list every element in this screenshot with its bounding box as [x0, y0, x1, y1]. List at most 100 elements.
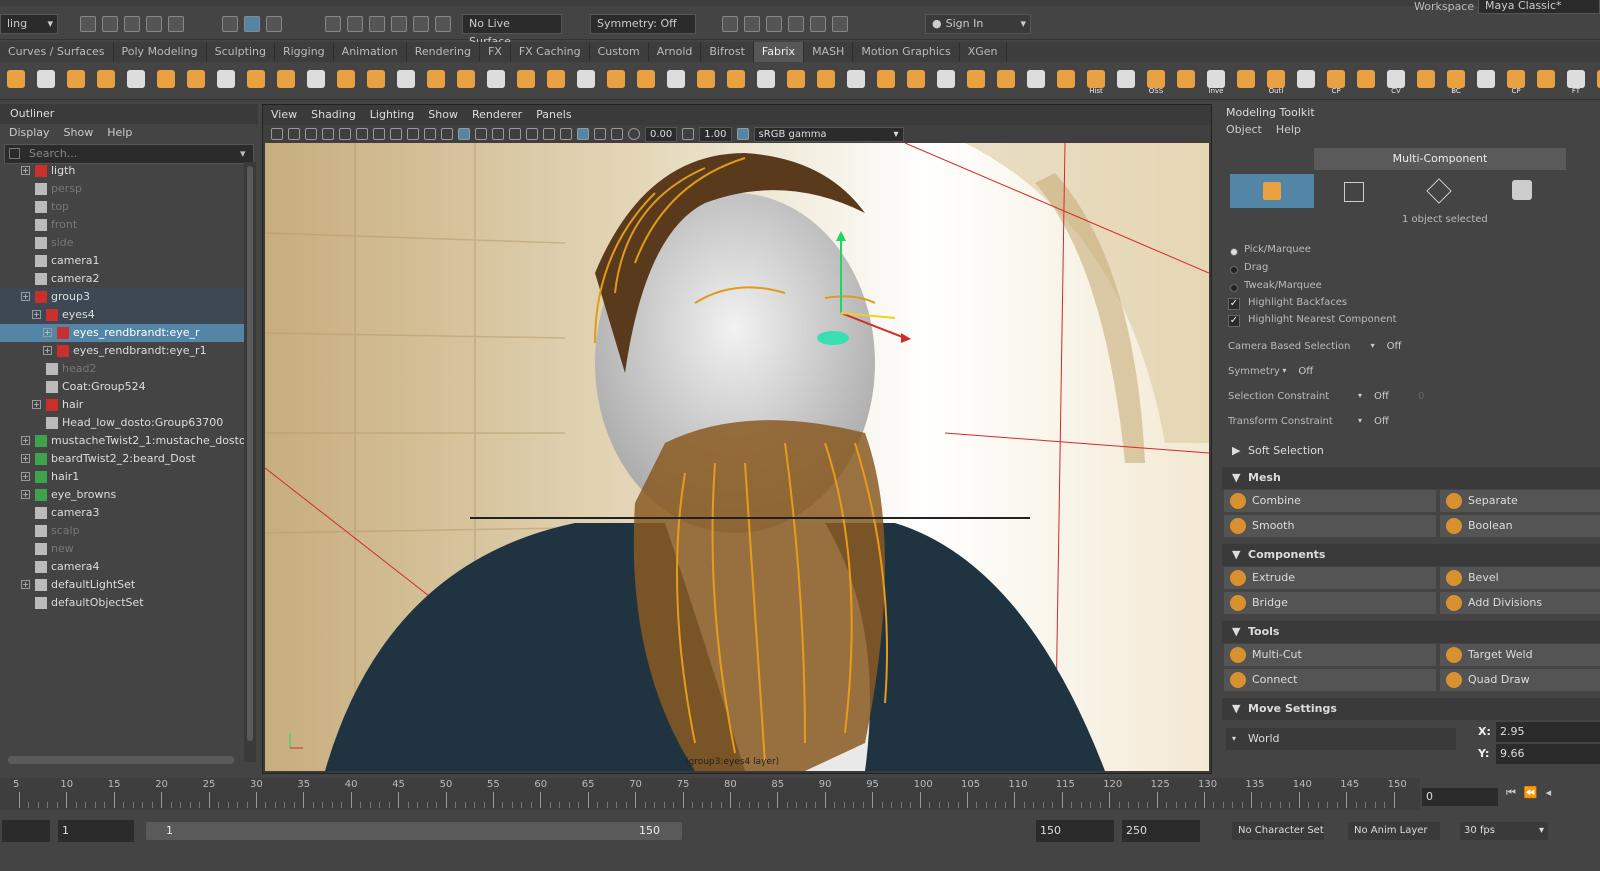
shadows-icon[interactable] [526, 128, 538, 140]
expand-toggle-icon[interactable]: + [32, 400, 41, 409]
soft-selection-section[interactable]: ▶ Soft Selection [1222, 440, 1600, 462]
face-mode-icon[interactable] [1512, 180, 1532, 200]
outliner-item[interactable]: head2 [0, 360, 244, 378]
option-dropdown[interactable]: Selection Constraint [1228, 391, 1329, 402]
outliner-menu-show[interactable]: Show [64, 124, 94, 142]
shelf-tab[interactable]: Poly Modeling [114, 42, 207, 62]
toolkit-menu-help[interactable]: Help [1276, 123, 1301, 136]
shelf-tool-icon[interactable] [754, 67, 778, 95]
shelf-tool-icon[interactable] [1114, 67, 1138, 95]
snap-pivot-icon[interactable] [435, 16, 451, 32]
shelf-tool-icon[interactable] [244, 67, 268, 95]
textured-icon[interactable] [492, 128, 504, 140]
shelf-tab[interactable]: Fabrix [753, 42, 805, 62]
sign-in-button[interactable]: ● Sign In ▾ [925, 14, 1031, 34]
gate-mask-icon[interactable] [390, 128, 402, 140]
select-component-icon[interactable] [266, 16, 282, 32]
render-current-icon[interactable] [744, 16, 760, 32]
shelf-tab[interactable]: MASH [804, 42, 854, 62]
pause-icon[interactable] [832, 16, 848, 32]
wireframe-on-shaded-icon[interactable] [475, 128, 487, 140]
shelf-tool-icon[interactable] [1594, 67, 1600, 95]
tools-section[interactable]: ▼ Tools [1222, 621, 1600, 643]
shelf-tool-icon[interactable] [994, 67, 1018, 95]
outliner-item[interactable]: + hair1 [0, 468, 244, 486]
shelf-tool-icon[interactable] [1234, 67, 1258, 95]
playback-end-field[interactable]: 150 [1036, 820, 1114, 842]
time-slider[interactable]: 5 10 15 20 25 30 35 40 45 50 55 60 65 70 75 80 85 90 95 100… [0, 778, 1600, 814]
anim-layer-dropdown[interactable]: No Anim Layer [1348, 822, 1440, 840]
snap-view-icon[interactable] [391, 16, 407, 32]
selection-mode-radio[interactable] [1230, 248, 1238, 256]
edge-mode-icon[interactable] [1426, 178, 1452, 204]
outliner-item[interactable]: front [0, 216, 244, 234]
undo-icon[interactable] [146, 16, 162, 32]
shelf-tool-icon[interactable] [214, 67, 238, 95]
camera-attributes-icon[interactable] [288, 128, 300, 140]
open-scene-icon[interactable] [102, 16, 118, 32]
snap-surface-icon[interactable] [413, 16, 429, 32]
shelf-tool-icon[interactable] [1354, 67, 1378, 95]
shelf-tool-icon[interactable] [334, 67, 358, 95]
expand-toggle-icon[interactable]: + [43, 346, 52, 355]
shelf-tab[interactable]: Rendering [407, 42, 480, 62]
redo-icon[interactable] [168, 16, 184, 32]
shelf-tool-icon[interactable] [934, 67, 958, 95]
shelf-tool-icon[interactable] [664, 67, 688, 95]
expand-toggle-icon[interactable]: + [21, 454, 30, 463]
outliner-item[interactable]: + eyes_rendbrandt:eye_r [0, 324, 244, 342]
outliner-scrollbar[interactable] [244, 162, 256, 762]
shelf-tool-icon[interactable] [1414, 67, 1438, 95]
time-ruler[interactable]: 5 10 15 20 25 30 35 40 45 50 55 60 65 70 75 80 85 90 95 100… [0, 778, 1420, 810]
shelf-tab[interactable]: Animation [334, 42, 407, 62]
film-gate-icon[interactable] [356, 128, 368, 140]
outliner-menu-display[interactable]: Display [9, 124, 50, 142]
y-field[interactable]: 9.66 [1496, 744, 1600, 764]
modeling-tool-button[interactable]: Multi-Cut [1224, 644, 1436, 666]
shelf-tool-icon[interactable] [1174, 67, 1198, 95]
bookmark-icon[interactable] [305, 128, 317, 140]
outliner-item[interactable]: + hair [0, 396, 244, 414]
highlight-checkbox[interactable]: ✓ [1228, 298, 1240, 310]
object-mode-button[interactable] [1230, 174, 1314, 208]
shelf-tool-icon[interactable]: CP [1324, 67, 1348, 95]
shelf-tool-icon[interactable] [874, 67, 898, 95]
expand-toggle-icon[interactable]: + [21, 472, 30, 481]
vertex-mode-icon[interactable] [1344, 182, 1364, 202]
shelf-tool-icon[interactable]: CP [1504, 67, 1528, 95]
shelf-tool-icon[interactable]: BC [1444, 67, 1468, 95]
selection-mode-radio[interactable] [1230, 284, 1238, 292]
image-plane-icon[interactable] [322, 128, 334, 140]
mesh-action-button[interactable]: Boolean [1440, 515, 1600, 537]
shelf-tool-icon[interactable] [784, 67, 808, 95]
outliner-item[interactable]: + mustacheTwist2_1:mustache_dostoewiski [0, 432, 244, 450]
shelf-tab[interactable]: FX [480, 42, 511, 62]
outliner-item[interactable]: + group3 [0, 288, 244, 306]
outliner-item[interactable]: + ligth [0, 162, 244, 180]
resolution-gate-icon[interactable] [373, 128, 385, 140]
shelf-tool-icon[interactable] [154, 67, 178, 95]
shelf-tool-icon[interactable] [124, 67, 148, 95]
shelf-tool-icon[interactable] [274, 67, 298, 95]
option-dropdown[interactable]: Symmetry [1228, 366, 1280, 377]
shelf-tool-icon[interactable] [574, 67, 598, 95]
vp-menu-view[interactable]: View [271, 105, 297, 125]
grid-icon[interactable] [339, 128, 351, 140]
select-object-icon[interactable] [244, 16, 260, 32]
toolkit-menu-object[interactable]: Object [1226, 123, 1262, 136]
outliner-item[interactable]: + eye_browns [0, 486, 244, 504]
outliner-item[interactable]: + beardTwist2_2:beard_Dost [0, 450, 244, 468]
shelf-tab[interactable]: XGen [960, 42, 1007, 62]
outliner-item[interactable]: Coat:Group524 [0, 378, 244, 396]
outliner-item[interactable]: Head_low_dosto:Group63700 [0, 414, 244, 432]
gamma-field[interactable]: 1.00 [699, 126, 732, 142]
shelf-tool-icon[interactable] [544, 67, 568, 95]
antialias-icon[interactable] [560, 128, 572, 140]
outliner-item[interactable]: scalp [0, 522, 244, 540]
expand-toggle-icon[interactable]: + [21, 490, 30, 499]
search-options-icon[interactable]: ▾ [240, 147, 246, 160]
expand-toggle-icon[interactable]: + [43, 328, 52, 337]
current-frame-field[interactable]: 0 [1422, 788, 1498, 806]
color-management-icon[interactable] [736, 128, 749, 140]
expand-toggle-icon[interactable]: + [21, 580, 30, 589]
